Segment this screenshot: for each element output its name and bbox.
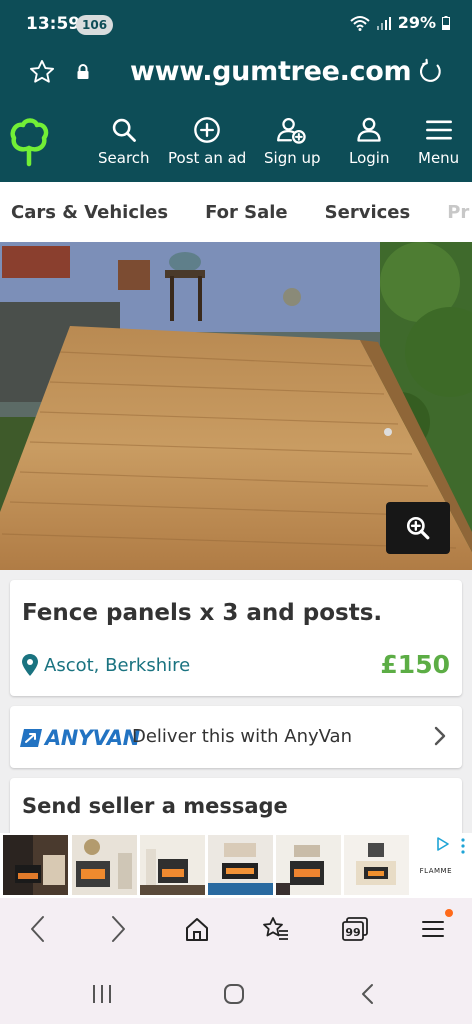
- category-property[interactable]: Pr: [447, 202, 469, 223]
- anyvan-delivery-card[interactable]: ANYVAN Deliver this with AnyVan: [10, 706, 462, 768]
- notification-badge: 106: [76, 15, 114, 35]
- ad-banner[interactable]: FLAMME: [0, 833, 472, 898]
- send-message-heading: Send seller a message: [22, 794, 288, 818]
- anyvan-logo: ANYVAN: [20, 726, 140, 750]
- ad-fireplace-image-2: [72, 835, 137, 895]
- anyvan-arrow-icon: [20, 729, 42, 747]
- status-bar: 13:59 106 29%: [0, 0, 472, 48]
- user-icon: [357, 117, 381, 142]
- chevron-right-icon: [434, 726, 446, 746]
- category-services[interactable]: Services: [325, 202, 411, 223]
- anyvan-delivery-text: Deliver this with AnyVan: [132, 726, 352, 747]
- listing-title: Fence panels x 3 and posts.: [22, 600, 383, 626]
- system-back-icon[interactable]: [356, 982, 380, 1006]
- gumtree-logo-icon[interactable]: [8, 118, 50, 168]
- lock-icon[interactable]: [76, 64, 90, 80]
- nav-login-label: Login: [349, 149, 390, 167]
- listing-price: £150: [380, 650, 450, 679]
- ad-fireplace-image-1: [3, 835, 68, 895]
- home-icon[interactable]: [184, 914, 210, 944]
- nav-search[interactable]: Search: [98, 116, 150, 167]
- browser-toolbar: 99: [0, 898, 472, 964]
- location-text: Ascot, Berkshire: [44, 654, 191, 676]
- anyvan-brand-text: ANYVAN: [45, 726, 140, 750]
- location-pin-icon: [22, 654, 38, 676]
- clock: 13:59: [26, 14, 81, 34]
- nav-post-ad-label: Post an ad: [168, 149, 247, 167]
- category-cars-vehicles[interactable]: Cars & Vehicles: [11, 202, 168, 223]
- menu-notification-dot: [445, 909, 453, 917]
- ad-fireplace-image-5: [276, 835, 341, 895]
- listing-summary-card: Fence panels x 3 and posts. Ascot, Berks…: [10, 580, 462, 696]
- nav-sign-up-label: Sign up: [264, 149, 321, 167]
- browser-url-bar: www.gumtree.com: [0, 48, 472, 102]
- reload-icon[interactable]: [416, 58, 444, 86]
- battery-icon: [442, 15, 450, 30]
- ad-fireplace-image-3: [140, 835, 205, 895]
- svg-text:99: 99: [345, 926, 360, 939]
- nav-sign-up[interactable]: Sign up: [264, 116, 321, 167]
- ad-fireplace-image-4: [208, 835, 273, 895]
- wifi-icon: [350, 15, 370, 31]
- recent-apps-icon[interactable]: [90, 982, 114, 1006]
- nav-post-ad[interactable]: Post an ad: [168, 116, 246, 167]
- ad-choices-icon[interactable]: [436, 837, 450, 851]
- bookmarks-icon[interactable]: [260, 914, 290, 944]
- back-arrow-icon[interactable]: [28, 914, 48, 944]
- battery-percent: 29%: [397, 13, 436, 32]
- ad-fireplace-image-6: [344, 835, 409, 895]
- nav-menu-label: Menu: [418, 149, 460, 167]
- category-for-sale[interactable]: For Sale: [205, 202, 288, 223]
- zoom-in-icon: [406, 516, 430, 540]
- listing-location[interactable]: Ascot, Berkshire: [22, 654, 190, 676]
- category-bar: Cars & Vehicles For Sale Services Pr: [0, 182, 472, 242]
- menu-icon[interactable]: [420, 914, 446, 944]
- user-plus-icon: [277, 118, 306, 144]
- hamburger-icon: [425, 120, 452, 140]
- site-header: Search Post an ad Sign up Login Menu: [0, 102, 472, 182]
- tabs-icon[interactable]: 99: [340, 914, 370, 944]
- bookmark-star-icon[interactable]: [28, 58, 56, 86]
- system-navigation-bar: [0, 964, 472, 1024]
- status-right: 29%: [350, 13, 450, 32]
- home-button-icon[interactable]: [222, 982, 246, 1006]
- search-icon: [112, 118, 136, 142]
- signal-icon: [376, 16, 391, 30]
- nav-search-label: Search: [98, 149, 150, 167]
- nav-menu[interactable]: Menu: [418, 116, 459, 167]
- ad-brand-text: FLAMME: [419, 867, 452, 875]
- zoom-button[interactable]: [386, 502, 450, 554]
- plus-circle-icon: [194, 117, 221, 143]
- ad-more-options-icon[interactable]: [460, 837, 466, 855]
- url-text[interactable]: www.gumtree.com: [130, 56, 412, 87]
- forward-arrow-icon[interactable]: [108, 914, 128, 944]
- nav-login[interactable]: Login: [349, 116, 389, 167]
